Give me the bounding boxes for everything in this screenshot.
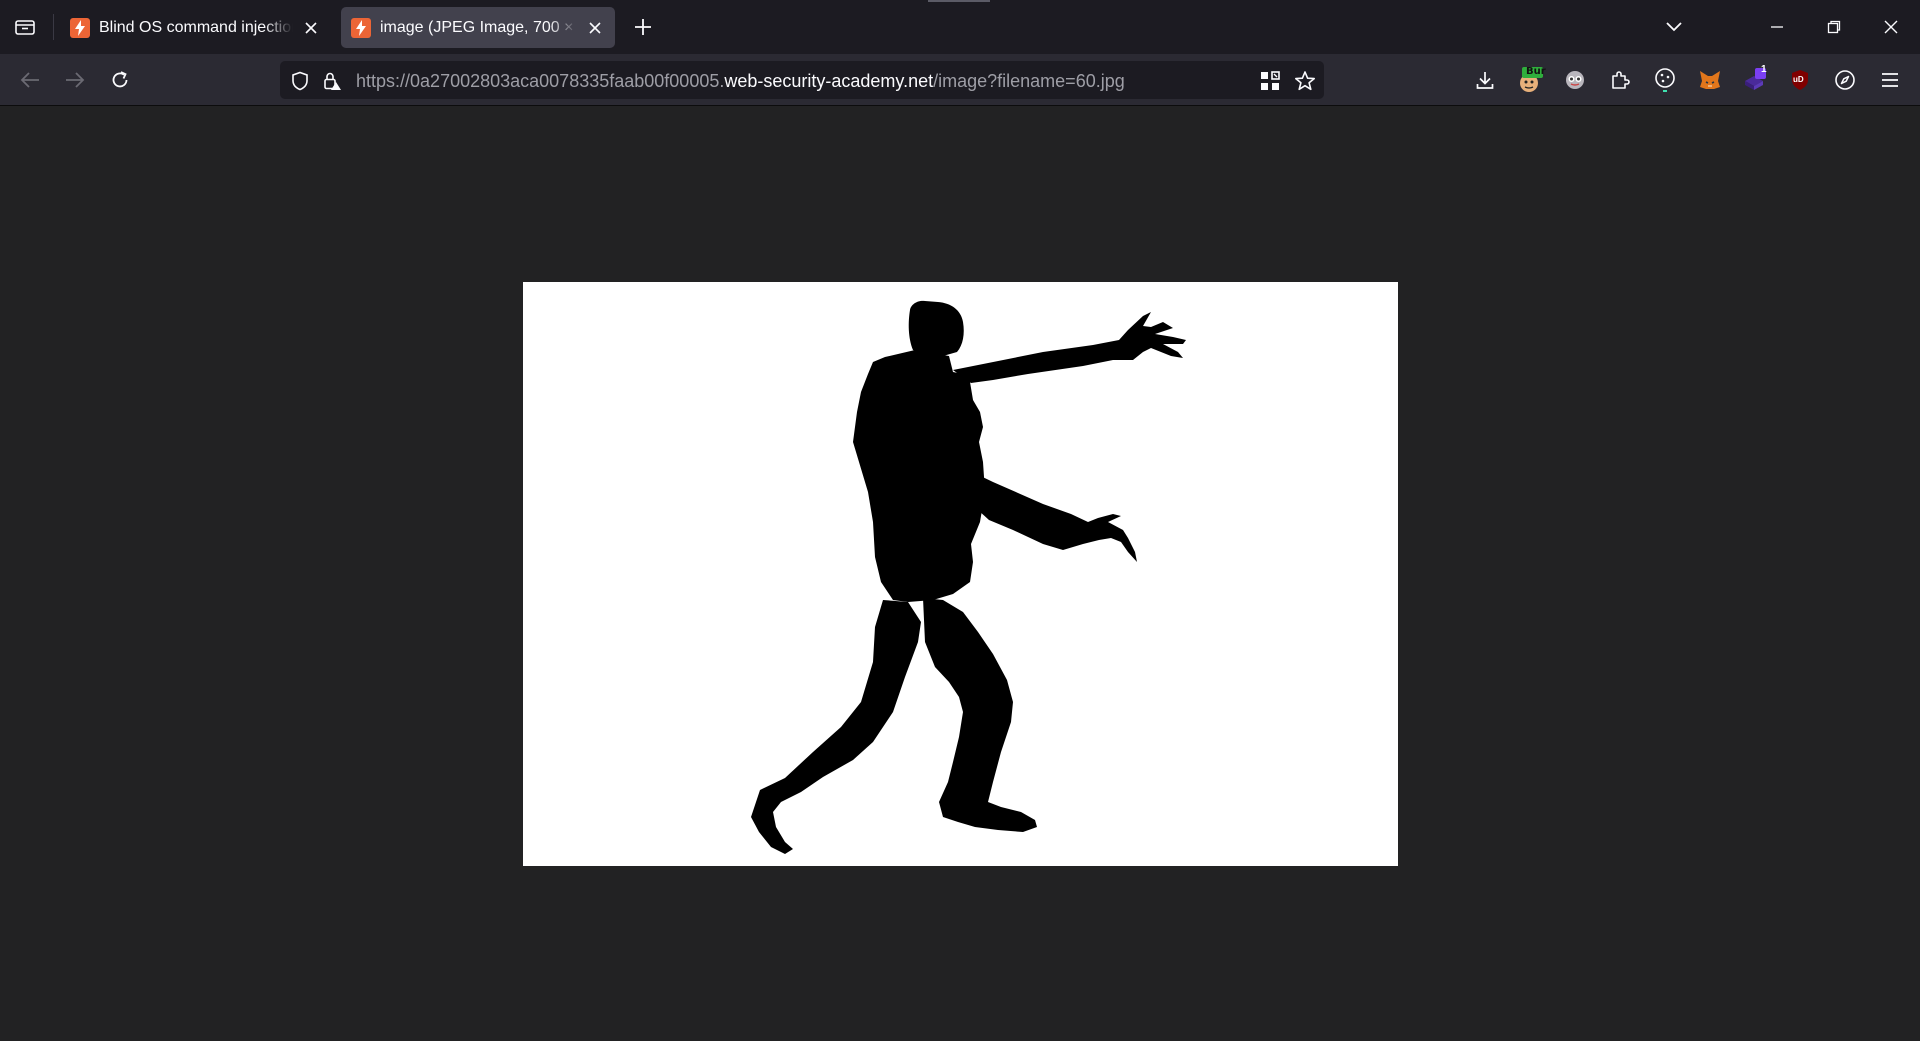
download-icon — [1476, 72, 1494, 89]
reload-button[interactable] — [102, 62, 138, 98]
app-menu-button[interactable] — [1872, 62, 1908, 98]
tab-title: Blind OS command injection with output r… — [99, 18, 293, 36]
arrow-left-icon — [20, 72, 39, 88]
firefox-view-button[interactable] — [8, 8, 42, 46]
url-host: web-security-academy.net — [724, 71, 934, 91]
minimize-icon — [1771, 26, 1783, 28]
extensions-puzzle-icon — [1612, 71, 1630, 89]
cookie-editor-icon — [1655, 68, 1675, 92]
burp-lightning-icon — [351, 17, 371, 38]
ublock-origin-button[interactable]: uD — [1782, 62, 1818, 98]
wappalyzer-button[interactable] — [1557, 62, 1593, 98]
close-icon[interactable] — [586, 18, 605, 38]
tab-separator — [53, 14, 54, 40]
firefox-view-icon — [15, 20, 35, 35]
navigation-toolbar: https://0a27002803aca0078335faab00f00005… — [0, 54, 1920, 106]
ublock-badge: uD — [1793, 75, 1804, 84]
bookmark-star-icon[interactable] — [1293, 69, 1317, 93]
tab-title: image (JPEG Image, 700 × 467 pixels) — [380, 18, 578, 36]
downloads-button[interactable] — [1467, 62, 1503, 98]
tab-strip: Blind OS command injection with output r… — [0, 0, 1920, 54]
plus-icon — [635, 19, 651, 35]
address-bar[interactable]: https://0a27002803aca0078335faab00f00005… — [280, 61, 1324, 99]
compass-icon — [1835, 70, 1855, 90]
burp-extension-button[interactable]: Bur — [1512, 62, 1548, 98]
chevron-down-icon — [1666, 22, 1682, 32]
cookie-editor-button[interactable] — [1647, 62, 1683, 98]
reload-icon — [112, 71, 128, 88]
qr-code-icon[interactable] — [1258, 69, 1282, 93]
lock-icon[interactable] — [320, 69, 344, 93]
compass-button[interactable] — [1827, 62, 1863, 98]
forward-button[interactable] — [57, 62, 93, 98]
tracking-protection-shield-icon[interactable] — [288, 69, 312, 93]
new-tab-button[interactable] — [626, 8, 660, 46]
burp-lightning-icon — [70, 17, 90, 38]
url-scheme: https:// — [356, 71, 411, 91]
restore-button[interactable] — [1817, 8, 1851, 46]
tab-blind-os-command[interactable]: Blind OS command injection with output r… — [60, 7, 330, 48]
metamask-fox-icon — [1700, 71, 1720, 89]
drag-indicator — [928, 0, 990, 2]
burp-badge: Bur — [1526, 66, 1546, 77]
back-button[interactable] — [12, 62, 48, 98]
arrow-right-icon — [66, 72, 85, 88]
metamask-button[interactable] — [1692, 62, 1728, 98]
url-path: /image?filename=60.jpg — [933, 71, 1125, 91]
url-text[interactable]: https://0a27002803aca0078335faab00f00005… — [356, 71, 1125, 92]
restore-icon — [1827, 20, 1841, 34]
wappalyzer-icon — [1566, 71, 1584, 89]
close-window-button[interactable] — [1874, 8, 1908, 46]
hacktools-badge: 1 — [1761, 64, 1767, 75]
close-icon — [1884, 20, 1898, 34]
list-all-tabs-button[interactable] — [1657, 8, 1691, 46]
image-viewer — [0, 106, 1920, 1041]
tab-image-jpeg[interactable]: image (JPEG Image, 700 × 467 pixels) — [341, 7, 615, 48]
extensions-button[interactable] — [1602, 62, 1638, 98]
hacktools-button[interactable]: 1 — [1737, 62, 1773, 98]
silhouette-figure-image — [751, 300, 1186, 854]
close-icon[interactable] — [301, 18, 320, 38]
url-subdomain: 0a27002803aca0078335faab00f00005. — [410, 71, 725, 91]
app-menu-icon — [1882, 73, 1898, 87]
minimize-button[interactable] — [1760, 8, 1794, 46]
jpeg-image[interactable] — [523, 282, 1398, 866]
